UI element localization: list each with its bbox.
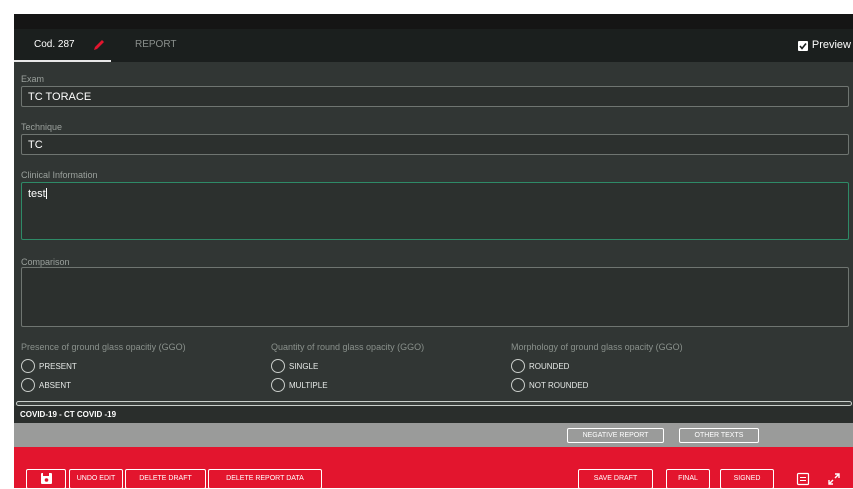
radio-label: SINGLE [289,361,319,371]
comparison-textarea[interactable] [21,267,849,327]
signed-button[interactable]: SIGNED [720,469,774,489]
preview-toggle[interactable]: Preview [797,29,853,62]
save-draft-button[interactable]: SAVE DRAFT [578,469,653,489]
tab-cod-label: Cod. 287 [34,39,75,50]
check-icon[interactable] [797,40,808,51]
clinical-info-text: test [28,188,46,200]
undo-edit-button[interactable]: UNDO EDIT [69,469,123,489]
tab-report-label: REPORT [135,39,177,50]
tab-bar: Cod. 287 REPORT Preview [14,29,853,62]
save-icon [41,473,52,484]
tab-cod[interactable]: Cod. 287 [14,29,111,62]
radio-label: MULTIPLE [289,380,328,390]
radio-label: PRESENT [39,361,77,371]
final-button[interactable]: FINAL [666,469,710,489]
exam-label: Exam [21,74,45,84]
radio-multiple[interactable]: MULTIPLE [271,376,424,394]
ggo-morphology-group: Morphology of ground glass opacity (GGO)… [511,342,683,395]
radio-circle[interactable] [271,359,285,373]
radio-label: NOT ROUNDED [529,380,589,390]
ggo-quantity-group: Quantity of round glass opacity (GGO) SI… [271,342,424,395]
comparison-label: Comparison [21,257,70,267]
ggo-presence-group: Presence of ground glass opacitiy (GGO) … [21,342,186,395]
header-bar [14,14,853,29]
radio-rounded[interactable]: ROUNDED [511,357,683,375]
expand-icon[interactable] [827,472,841,486]
radio-circle[interactable] [271,378,285,392]
template-title: COVID-19 - CT COVID -19 [14,406,853,423]
delete-draft-button[interactable]: DELETE DRAFT [125,469,206,489]
template-action-bar: NEGATIVE REPORT OTHER TEXTS [14,423,853,447]
save-button[interactable] [26,469,66,489]
radio-circle[interactable] [21,378,35,392]
report-action-bar: UNDO EDIT DELETE DRAFT DELETE REPORT DAT… [14,447,853,489]
pencil-icon[interactable] [92,38,106,52]
radio-label: ROUNDED [529,361,570,371]
report-form: Exam TC TORACE Technique TC Clinical Inf… [14,62,853,406]
text-cursor [45,188,47,199]
radio-circle[interactable] [21,359,35,373]
preview-label: Preview [811,39,851,51]
tab-report[interactable]: REPORT [135,29,195,62]
clinical-info-label: Clinical Information [21,170,98,180]
delete-report-data-button[interactable]: DELETE REPORT DATA [208,469,322,489]
note-icon[interactable] [796,472,810,486]
ggo-presence-title: Presence of ground glass opacitiy (GGO) [21,342,186,352]
negative-report-button[interactable]: NEGATIVE REPORT [567,428,664,443]
radio-circle[interactable] [511,378,525,392]
radio-label: ABSENT [39,380,72,390]
radio-absent[interactable]: ABSENT [21,376,186,394]
radio-present[interactable]: PRESENT [21,357,186,375]
radio-circle[interactable] [511,359,525,373]
other-texts-button[interactable]: OTHER TEXTS [679,428,759,443]
ggo-morphology-title: Morphology of ground glass opacity (GGO) [511,342,683,352]
ggo-quantity-title: Quantity of round glass opacity (GGO) [271,342,425,352]
radio-not-rounded[interactable]: NOT ROUNDED [511,376,683,394]
radio-single[interactable]: SINGLE [271,357,424,375]
clinical-info-textarea[interactable]: test [21,182,849,240]
technique-label: Technique [21,122,63,132]
technique-input[interactable]: TC [21,134,849,155]
top-strip [0,0,853,14]
exam-input[interactable]: TC TORACE [21,86,849,107]
